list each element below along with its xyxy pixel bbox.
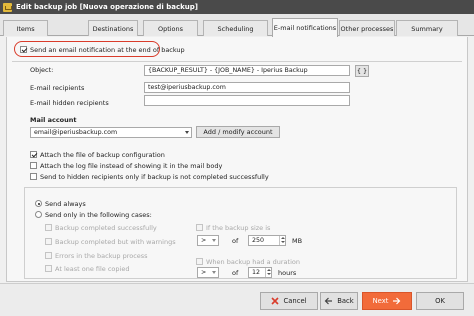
hidden-recipients-label: E-mail hidden recipients bbox=[30, 99, 109, 107]
case-file-copied-checkbox[interactable] bbox=[45, 265, 52, 272]
duration-operator-select[interactable]: > bbox=[197, 267, 219, 278]
chevron-down-icon bbox=[212, 271, 216, 274]
duration-operator-value: > bbox=[201, 269, 207, 276]
duration-unit-label: hours bbox=[278, 269, 297, 277]
case-completed-warnings-checkbox[interactable] bbox=[45, 238, 52, 245]
attach-config-label: Attach the file of backup configuration bbox=[40, 151, 165, 159]
duration-condition-label: When backup had a duration bbox=[206, 258, 300, 266]
case-errors-checkbox[interactable] bbox=[45, 252, 52, 259]
cancel-label: Cancel bbox=[283, 297, 307, 305]
hidden-recipients-on-failure-label: Send to hidden recipients only if backup… bbox=[40, 173, 269, 181]
duration-condition-checkbox[interactable] bbox=[196, 258, 203, 265]
tab-other-processes[interactable]: Other processes bbox=[339, 20, 395, 36]
size-condition-checkbox[interactable] bbox=[196, 224, 203, 231]
footer-bar: Cancel Back Next OK bbox=[0, 283, 474, 316]
send-only-cases-label: Send only in the following cases: bbox=[45, 211, 152, 219]
tab-items[interactable]: Items bbox=[3, 20, 48, 36]
tab-destinations[interactable]: Destinations bbox=[88, 20, 138, 36]
size-value: 250 bbox=[252, 237, 265, 244]
separator bbox=[12, 61, 462, 62]
cancel-button[interactable]: Cancel bbox=[260, 292, 318, 310]
object-field[interactable]: {BACKUP_RESULT} - {JOB_NAME} - Iperius B… bbox=[144, 65, 350, 76]
window-title: Edit backup job [Nuova operazione di bac… bbox=[16, 3, 198, 11]
case-completed-warnings-label: Backup completed but with warnings bbox=[55, 238, 176, 246]
next-button[interactable]: Next bbox=[362, 292, 412, 310]
size-operator-select[interactable]: > bbox=[197, 235, 219, 246]
duration-value: 12 bbox=[252, 269, 261, 276]
cancel-icon bbox=[271, 297, 280, 305]
tab-scheduling[interactable]: Scheduling bbox=[203, 20, 268, 36]
send-only-cases-radio[interactable] bbox=[35, 211, 42, 218]
attach-config-checkbox[interactable] bbox=[30, 151, 37, 158]
size-of-label: of bbox=[232, 237, 239, 245]
arrow-left-icon bbox=[324, 297, 333, 305]
mail-account-selected: email@iperiusbackup.com bbox=[34, 129, 118, 136]
object-variables-button[interactable]: { } bbox=[355, 64, 369, 77]
case-file-copied-label: At least one file copied bbox=[55, 265, 130, 273]
add-modify-account-button[interactable]: Add / modify account bbox=[196, 126, 280, 138]
attach-log-label: Attach the log file instead of showing i… bbox=[40, 162, 223, 170]
size-operator-value: > bbox=[201, 237, 207, 244]
next-label: Next bbox=[372, 297, 389, 305]
send-always-label: Send always bbox=[45, 200, 86, 208]
size-condition-label: If the backup size is bbox=[206, 224, 271, 232]
arrow-right-icon bbox=[393, 297, 401, 305]
chevron-down-icon bbox=[212, 239, 216, 242]
mail-account-heading: Mail account bbox=[30, 116, 77, 124]
window-titlebar: Edit backup job [Nuova operazione di bac… bbox=[0, 0, 474, 14]
stepper-arrows-icon[interactable] bbox=[265, 268, 271, 277]
size-value-stepper[interactable]: 250 bbox=[248, 235, 286, 246]
recipients-field[interactable]: test@iperiusbackup.com bbox=[144, 82, 350, 93]
mail-account-select[interactable]: email@iperiusbackup.com bbox=[30, 127, 192, 138]
back-label: Back bbox=[337, 297, 354, 305]
backup-job-icon bbox=[3, 2, 12, 12]
tab-bar: Items Destinations Options Scheduling E-… bbox=[0, 14, 474, 37]
back-button[interactable]: Back bbox=[320, 292, 358, 310]
case-completed-successfully-label: Backup completed successfully bbox=[55, 224, 157, 232]
size-unit-label: MB bbox=[292, 237, 303, 245]
duration-value-stepper[interactable]: 12 bbox=[248, 267, 272, 278]
case-errors-label: Errors in the backup process bbox=[55, 252, 148, 260]
send-always-radio[interactable] bbox=[35, 200, 42, 207]
duration-of-label: of bbox=[232, 269, 239, 277]
tab-email-notifications[interactable]: E-mail notifications bbox=[272, 18, 338, 37]
chevron-down-icon bbox=[185, 131, 189, 134]
stepper-arrows-icon[interactable] bbox=[279, 236, 285, 245]
object-label: Object: bbox=[30, 66, 54, 74]
hidden-recipients-on-failure-checkbox[interactable] bbox=[30, 173, 37, 180]
ok-button[interactable]: OK bbox=[416, 292, 464, 310]
tab-options[interactable]: Options bbox=[143, 20, 198, 36]
hidden-recipients-field[interactable] bbox=[144, 95, 350, 106]
recipients-label: E-mail recipients bbox=[30, 84, 85, 92]
send-notification-checkbox[interactable] bbox=[20, 45, 27, 53]
case-completed-successfully-checkbox[interactable] bbox=[45, 224, 52, 231]
attach-log-checkbox[interactable] bbox=[30, 162, 37, 169]
send-notification-label: Send an email notification at the end of… bbox=[30, 45, 185, 54]
tab-summary[interactable]: Summary bbox=[396, 20, 458, 36]
